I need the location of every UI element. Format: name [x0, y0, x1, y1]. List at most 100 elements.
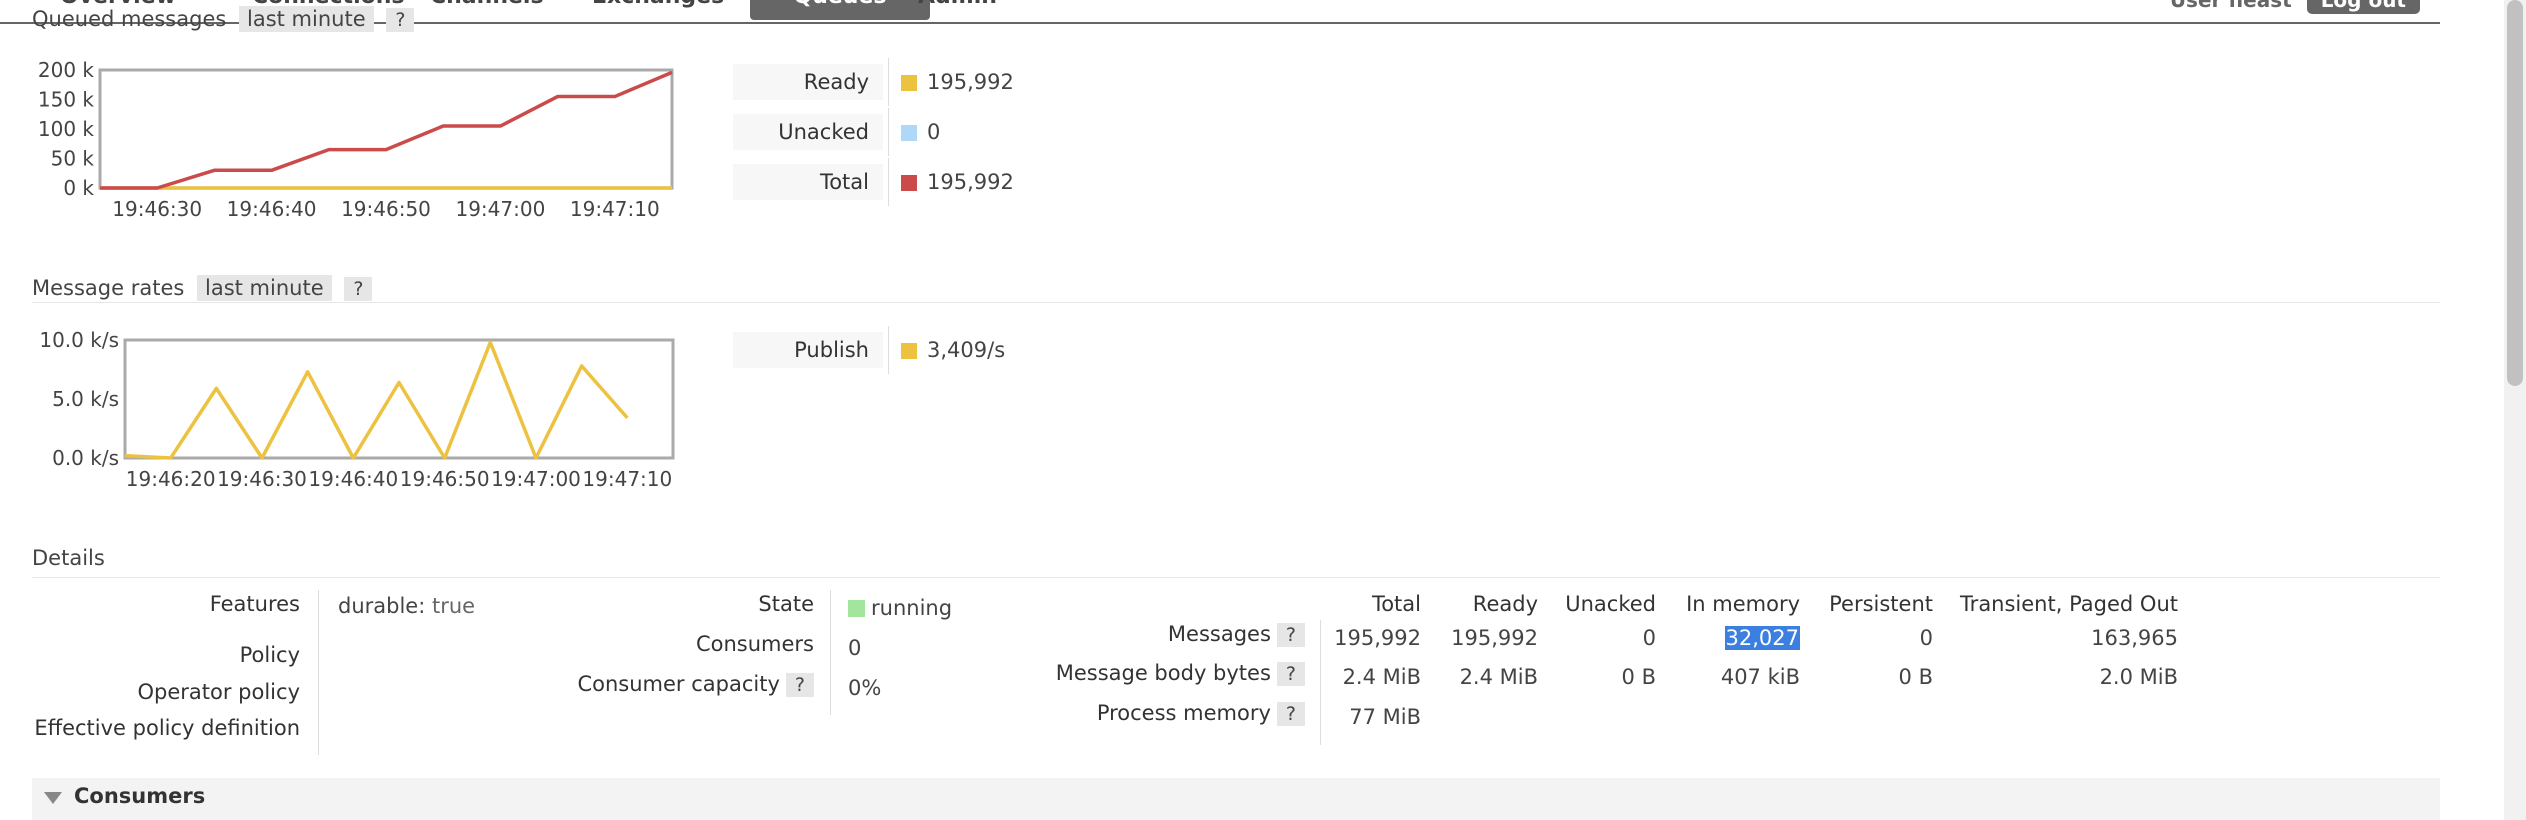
y-tick-label: 5.0 k/s: [52, 387, 119, 411]
row-label: Process memory?: [1097, 701, 1305, 726]
rates-range-selector[interactable]: last minute: [197, 275, 332, 301]
consumers-label: Consumers: [695, 632, 814, 656]
legend-value: 3,409/s: [927, 338, 1006, 362]
queued-range-selector[interactable]: last minute: [239, 6, 374, 32]
user-info: User fleast Log out: [2170, 0, 2420, 14]
legend-label: Unacked: [733, 114, 883, 150]
legend-value: 195,992: [927, 170, 1014, 194]
legend-value: 0: [927, 120, 941, 144]
consumer-capacity-value: 0%: [848, 676, 882, 700]
column-header: Unacked: [1565, 592, 1656, 616]
table-cell: 0: [1919, 626, 1933, 650]
tab-admin[interactable]: Admin: [918, 0, 997, 20]
divider: [32, 302, 2440, 303]
durable-key: durable:: [338, 594, 426, 618]
table-cell: 195,992: [1334, 626, 1421, 650]
plot-frame: [98, 68, 674, 190]
message-rates-plot: 10.0 k/s5.0 k/s0.0 k/s19:46:20 19:46:30 19…: [39, 328, 675, 491]
legend-label: Total: [733, 164, 883, 200]
features-value: durable: true: [338, 594, 475, 618]
table-cell: 2.4 MiB: [1459, 665, 1538, 689]
table-cell: 2.4 MiB: [1342, 665, 1421, 689]
rates-help-button[interactable]: ?: [344, 277, 373, 301]
row-help-button[interactable]: ?: [1276, 662, 1305, 686]
table-cell: 407 kiB: [1720, 665, 1800, 689]
details-title: Details: [32, 546, 105, 570]
features-label: Features: [209, 592, 300, 616]
column-header: Ready: [1472, 592, 1538, 616]
queued-messages-header: Queued messages last minute ?: [32, 6, 415, 32]
table-cell: 0 B: [1898, 665, 1933, 689]
effective-policy-label: Effective policy definition: [34, 716, 300, 740]
tab-queues[interactable]: Queues: [750, 0, 930, 20]
x-tick-label: 19:46:40: [227, 197, 317, 221]
state-label: State: [758, 592, 814, 616]
row-label: Messages?: [1168, 622, 1305, 647]
tab-channels[interactable]: Channels: [430, 0, 544, 20]
x-tick-label: 19:47:10: [582, 467, 672, 491]
state-value: running: [848, 596, 952, 620]
selected-text[interactable]: 32,027: [1724, 626, 1800, 650]
user-label: User: [2169, 0, 2222, 12]
state-text: running: [871, 596, 953, 620]
plot-frame: [123, 338, 675, 460]
y-tick-label: 150 k: [38, 88, 95, 112]
x-tick-label: 19:46:50: [341, 197, 431, 221]
queued-messages-title: Queued messages: [32, 7, 227, 31]
table-cell: 195,992: [1451, 626, 1538, 650]
x-tick-label: 19:46:30: [112, 197, 202, 221]
legend-swatch[interactable]: [901, 175, 917, 191]
legend-divider: [888, 108, 889, 156]
row-label: Message body bytes?: [1056, 661, 1305, 686]
consumers-value: 0: [848, 636, 862, 660]
queued-messages-chart: 200 k 150 k 100 k 50 k 0 k 19:46:30 19:46:40 19…: [20, 58, 680, 235]
y-tick-label: 100 k: [38, 117, 95, 141]
column-divider: [318, 590, 319, 755]
table-cell: 163,965: [2091, 626, 2178, 650]
consumers-section-toggle[interactable]: Consumers: [32, 778, 2440, 820]
table-cell: 0 B: [1621, 665, 1656, 689]
x-tick-label: 19:46:30: [217, 467, 307, 491]
durable-value: true: [432, 594, 476, 618]
row-help-button[interactable]: ?: [1276, 702, 1305, 726]
column-divider: [830, 590, 831, 715]
legend-label: Ready: [733, 64, 883, 100]
y-tick-label: 50 k: [51, 147, 95, 171]
logout-button[interactable]: Log out: [2306, 0, 2420, 14]
policy-label: Policy: [239, 643, 300, 667]
column-header: Transient, Paged Out: [1959, 592, 2178, 616]
column-header: In memory: [1686, 592, 1800, 616]
row-help-button[interactable]: ?: [1276, 623, 1305, 647]
legend-swatch[interactable]: [901, 75, 917, 91]
table-cell: 77 MiB: [1349, 705, 1421, 729]
user-name: fleast: [2228, 0, 2292, 12]
scrollbar-thumb[interactable]: [2507, 0, 2523, 386]
consumers-section-label: Consumers: [74, 784, 206, 808]
legend-divider: [888, 158, 889, 206]
column-header: Total: [1371, 592, 1421, 616]
message-rates-chart: 10.0 k/s 5.0 k/s 0.0 k/s 19:46:20 19:46:30 19…: [20, 328, 720, 505]
y-tick-label: 200 k: [38, 60, 95, 82]
divider: [32, 577, 2440, 578]
row-label-text: Messages: [1167, 622, 1271, 646]
consumer-capacity-help[interactable]: ?: [785, 673, 814, 697]
tab-exchanges[interactable]: Exchanges: [592, 0, 724, 20]
x-tick-label: 19:47:10: [570, 197, 660, 221]
row-label-text: Process memory: [1096, 701, 1271, 725]
legend-divider: [888, 58, 889, 106]
column-header: Persistent: [1829, 592, 1933, 616]
queued-messages-plot: 200 k 150 k 100 k 50 k 0 k 19:46:30 19:46:40 19…: [38, 58, 674, 221]
legend-swatch[interactable]: [901, 125, 917, 141]
page-scrollbar[interactable]: [2504, 0, 2526, 820]
collapse-triangle-icon: [44, 792, 62, 804]
consumer-capacity-label: Consumer capacity?: [560, 672, 814, 697]
table-cell: 32,027: [1724, 626, 1800, 650]
legend-swatch[interactable]: [901, 343, 917, 359]
row-label-text: Message body bytes: [1055, 661, 1271, 685]
queued-help-button[interactable]: ?: [386, 8, 415, 32]
y-tick-label: 0.0 k/s: [52, 446, 119, 470]
column-divider: [1320, 620, 1321, 745]
x-tick-label: 19:46:50: [400, 467, 490, 491]
state-indicator: [848, 600, 865, 617]
legend-value: 195,992: [927, 70, 1014, 94]
